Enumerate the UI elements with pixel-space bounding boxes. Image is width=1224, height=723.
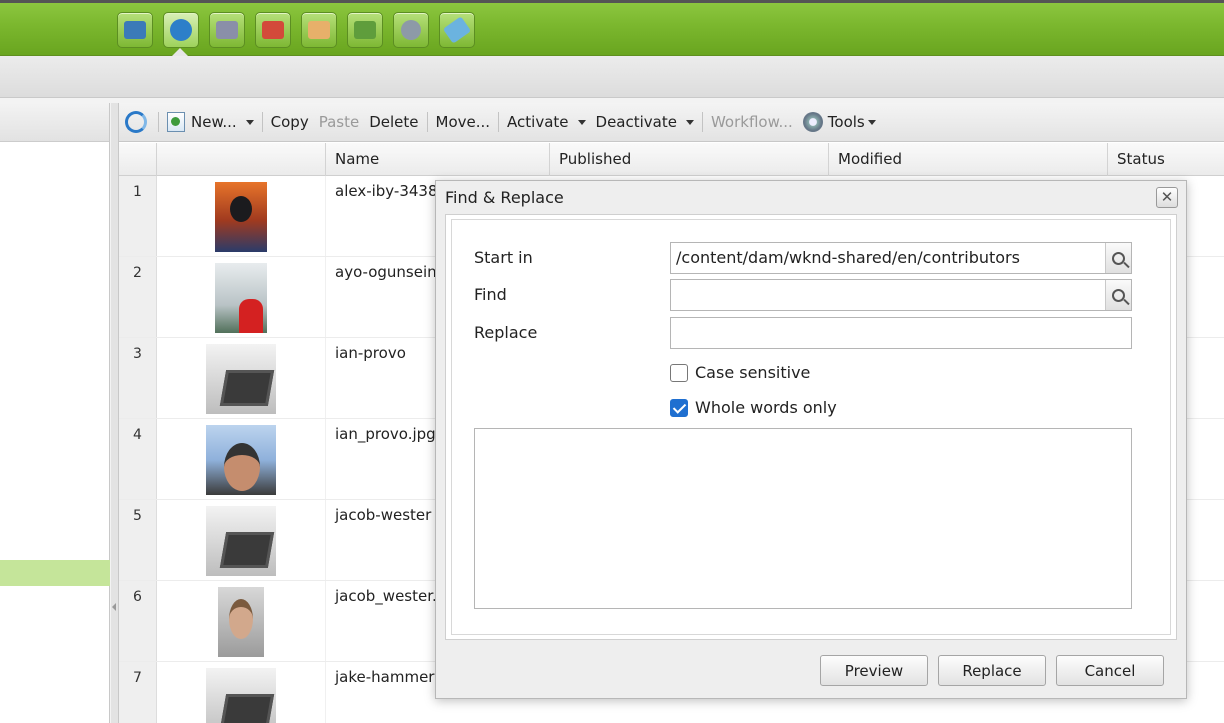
asset-thumbnail	[206, 668, 276, 723]
whole-words-checkbox[interactable]	[670, 398, 688, 417]
activate-button[interactable]: Activate	[502, 113, 590, 131]
find-replace-dialog: Find & Replace ✕ Start in /content/dam/w…	[435, 180, 1187, 699]
toolbar-separator	[261, 112, 263, 132]
replace-button[interactable]: Replace	[938, 655, 1046, 686]
new-page-icon	[167, 112, 185, 132]
copy-button[interactable]: Copy	[266, 113, 314, 131]
dialog-buttons: Preview Replace Cancel	[820, 655, 1164, 686]
row-number: 2	[119, 257, 157, 337]
search-icon	[1112, 288, 1125, 302]
new-label: New...	[191, 113, 237, 131]
asset-thumbnail	[206, 425, 276, 495]
row-number: 3	[119, 338, 157, 418]
close-icon[interactable]: ✕	[1156, 187, 1178, 208]
app-icons	[117, 12, 475, 48]
deactivate-label: Deactivate	[595, 113, 677, 131]
row-number: 4	[119, 419, 157, 499]
case-sensitive-label: Case sensitive	[695, 363, 811, 382]
tools-icon[interactable]	[393, 12, 429, 48]
search-icon	[1112, 251, 1125, 265]
thumbnail-cell	[157, 257, 326, 337]
active-app-pointer	[172, 48, 188, 56]
tree-selected-node[interactable]	[0, 560, 110, 586]
replace-field[interactable]	[670, 317, 1132, 349]
start-in-field[interactable]: /content/dam/wknd-shared/en/contributors	[670, 242, 1132, 274]
column-header-status[interactable]: Status	[1108, 143, 1224, 176]
dialog-body: Start in /content/dam/wknd-shared/en/con…	[445, 214, 1177, 640]
preview-button[interactable]: Preview	[820, 655, 928, 686]
delete-button[interactable]: Delete	[364, 113, 423, 131]
asset-thumbnail	[215, 263, 267, 333]
find-search-button[interactable]	[1105, 280, 1131, 310]
column-header-thumbnail	[157, 143, 326, 176]
column-header-modified[interactable]: Modified	[829, 143, 1108, 176]
toolbar-separator	[701, 112, 703, 132]
column-header-name[interactable]: Name	[326, 143, 550, 176]
thumbnail-cell	[157, 419, 326, 499]
chevron-down-icon	[685, 119, 694, 125]
cancel-button[interactable]: Cancel	[1056, 655, 1164, 686]
deactivate-button[interactable]: Deactivate	[591, 113, 699, 131]
chevron-down-icon	[245, 119, 254, 125]
row-number: 1	[119, 176, 157, 256]
find-field[interactable]	[670, 279, 1132, 311]
asset-thumbnail	[206, 344, 276, 414]
column-header-published[interactable]: Published	[550, 143, 829, 176]
thumbnail-cell	[157, 662, 326, 723]
grid-toolbar: New... Copy Paste Delete Move... Activat…	[119, 103, 1224, 142]
secondary-bar	[0, 56, 1224, 98]
panel-splitter[interactable]	[111, 103, 118, 723]
toolbar-separator	[426, 112, 428, 132]
chevron-down-icon	[577, 119, 586, 125]
whole-words-label: Whole words only	[695, 398, 837, 417]
start-in-label: Start in	[474, 248, 533, 267]
dialog-form: Start in /content/dam/wknd-shared/en/con…	[451, 219, 1171, 635]
thumbnail-cell	[157, 581, 326, 661]
row-number: 5	[119, 500, 157, 580]
start-in-value: /content/dam/wknd-shared/en/contributors	[676, 248, 1020, 267]
websites-icon[interactable]	[117, 12, 153, 48]
start-in-browse-button[interactable]	[1105, 243, 1131, 273]
assets-icon[interactable]	[209, 12, 245, 48]
refresh-icon[interactable]	[125, 111, 147, 133]
workflow-button[interactable]: Workflow...	[706, 113, 798, 131]
new-button[interactable]: New...	[162, 112, 259, 132]
thumbnail-cell	[157, 176, 326, 256]
replace-label: Replace	[474, 323, 538, 342]
whole-words-option[interactable]: Whole words only	[670, 398, 837, 417]
asset-thumbnail	[218, 587, 264, 657]
globe-icon[interactable]	[163, 12, 199, 48]
case-sensitive-checkbox[interactable]	[670, 363, 688, 382]
paste-button[interactable]: Paste	[314, 113, 365, 131]
column-header-number	[119, 143, 157, 176]
tagging-icon[interactable]	[439, 12, 475, 48]
row-number: 7	[119, 662, 157, 723]
campaigns-icon[interactable]	[255, 12, 291, 48]
inbox-icon[interactable]	[301, 12, 337, 48]
toolbar-separator	[158, 112, 159, 132]
tree-panel-header	[0, 103, 109, 142]
tools-label: Tools	[827, 113, 865, 131]
collapse-arrow-icon[interactable]	[112, 603, 116, 611]
move-button[interactable]: Move...	[431, 113, 496, 131]
users-icon[interactable]	[347, 12, 383, 48]
case-sensitive-option[interactable]: Case sensitive	[670, 363, 810, 382]
asset-thumbnail	[206, 506, 276, 576]
dialog-title: Find & Replace	[445, 188, 564, 207]
gear-icon	[802, 112, 823, 132]
tools-button[interactable]: Tools	[798, 112, 881, 132]
row-number: 6	[119, 581, 157, 661]
column-headers: Name Published Modified Status	[119, 143, 1224, 176]
toolbar-separator	[498, 112, 500, 132]
activate-label: Activate	[507, 113, 569, 131]
thumbnail-cell	[157, 338, 326, 418]
thumbnail-cell	[157, 500, 326, 580]
chevron-down-icon	[867, 119, 876, 125]
asset-thumbnail	[215, 182, 267, 252]
tree-panel	[0, 103, 110, 723]
find-label: Find	[474, 285, 507, 304]
preview-results-area[interactable]	[474, 428, 1132, 609]
